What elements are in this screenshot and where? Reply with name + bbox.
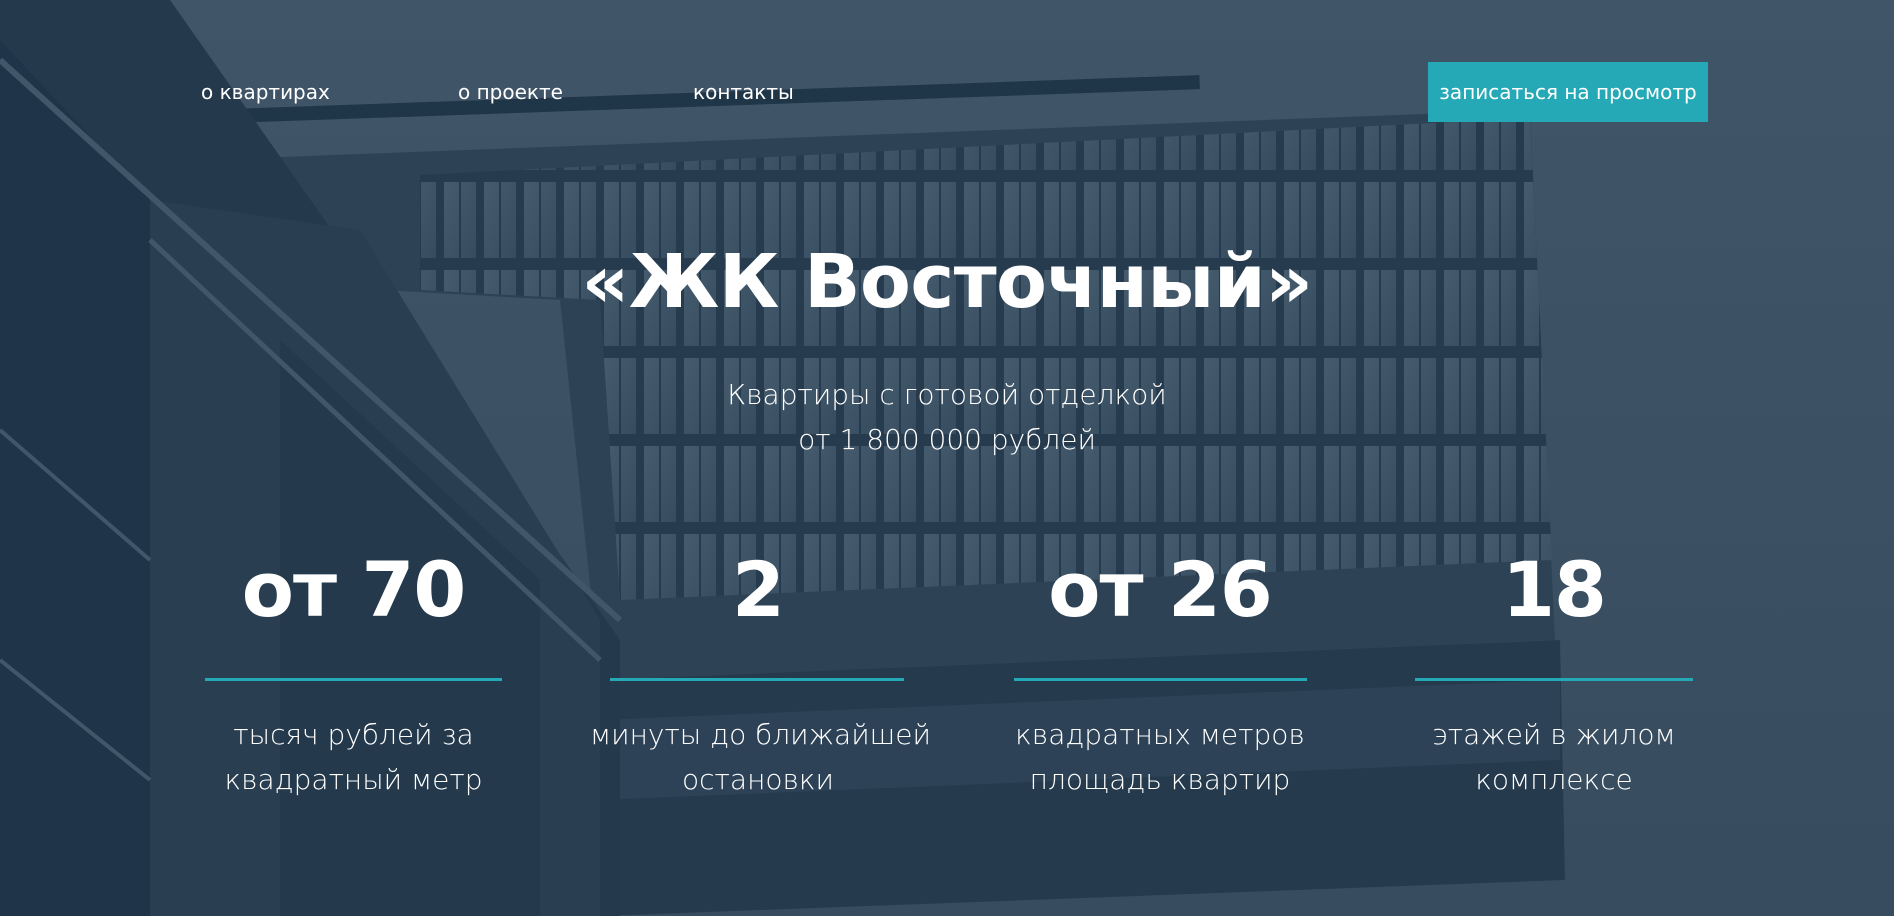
stat-divider [1415, 678, 1693, 681]
stat-label-line2: комплексе [1475, 763, 1633, 796]
stat-divider [610, 678, 904, 681]
book-viewing-button[interactable]: записаться на просмотр [1428, 62, 1708, 122]
page-title: «ЖК Восточный» [581, 239, 1313, 325]
stat-apartment-area: от 26 квадратных метров площадь квартир [1000, 540, 1320, 796]
stat-price-per-meter: от 70 тысяч рублей за квадратный метр [205, 540, 502, 796]
hero-subtitle-line1: Квартиры с готовой отделкой [727, 378, 1167, 411]
stat-divider [205, 678, 502, 681]
hero-subtitle-line2: от 1 800 000 рублей [798, 423, 1096, 456]
stat-label-line1: квадратных метров [1015, 718, 1305, 751]
stat-label-line1: тысяч рублей за [233, 718, 474, 751]
hero-subtitle: Квартиры с готовой отделкой от 1 800 000… [0, 372, 1894, 462]
stat-floors: 18 этажей в жилом комплексе [1415, 540, 1693, 796]
top-navigation: о квартирах о проекте контакты записатьс… [0, 60, 1894, 122]
stat-label: тысяч рублей за квадратный метр [205, 712, 502, 802]
stat-label: этажей в жилом комплексе [1415, 712, 1693, 802]
stat-divider [1014, 678, 1307, 681]
stat-label: минуты до ближайшей остановки [590, 712, 931, 802]
stat-label-line1: этажей в жилом [1432, 718, 1676, 751]
stat-value: от 70 [241, 545, 466, 634]
nav-link-about-apartments[interactable]: о квартирах [201, 80, 330, 104]
nav-link-contacts[interactable]: контакты [693, 80, 794, 104]
stat-label-line2: квадратный метр [224, 763, 483, 796]
stat-value: 2 [732, 545, 785, 634]
stat-label: квадратных метров площадь квартир [1000, 712, 1320, 802]
stat-label-line2: остановки [682, 763, 834, 796]
stat-label-line2: площадь квартир [1029, 763, 1291, 796]
stat-value: 18 [1502, 545, 1607, 634]
stat-value: от 26 [1048, 545, 1272, 634]
stat-label-line1: минуты до ближайшей [590, 718, 931, 751]
stat-minutes-to-stop: 2 минуты до ближайшей остановки [590, 540, 931, 796]
nav-link-about-project[interactable]: о проекте [458, 80, 563, 104]
